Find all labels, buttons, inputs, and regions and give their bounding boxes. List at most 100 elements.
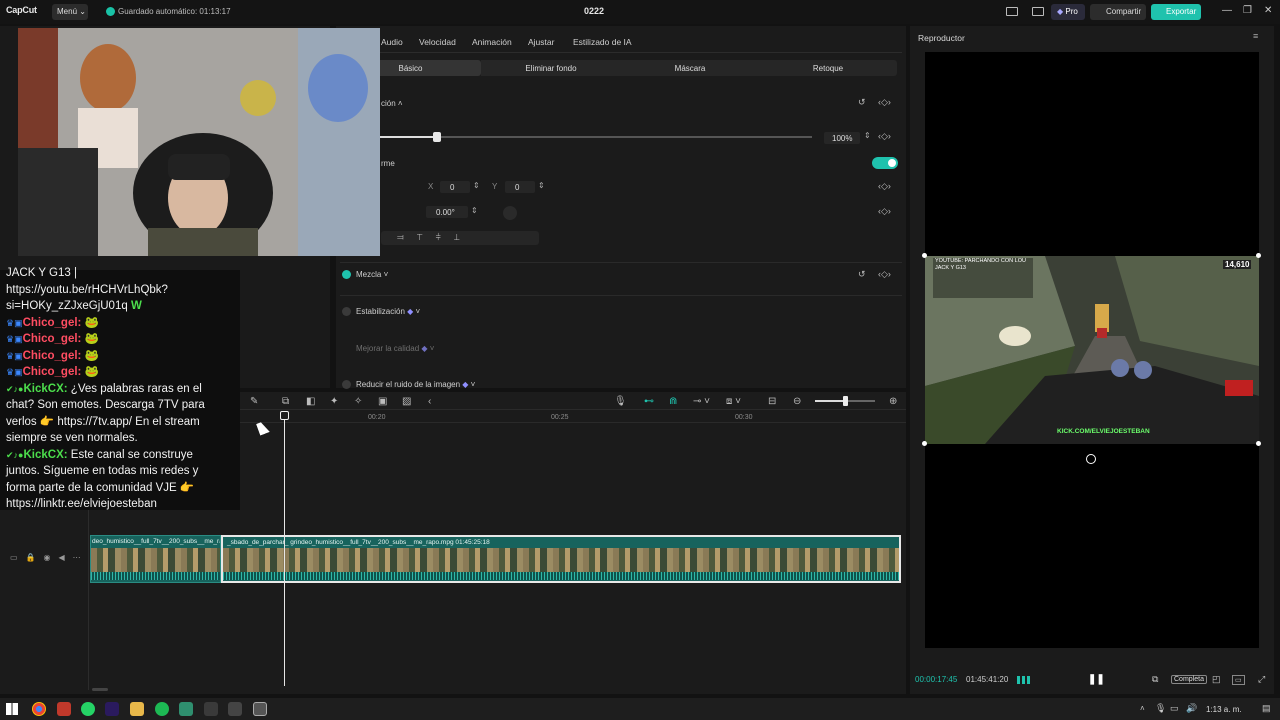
tray-chevron-icon[interactable]: ˄ <box>1140 704 1145 713</box>
zoom-slider-knob[interactable] <box>843 396 848 406</box>
transition-icon[interactable]: ⧉ <box>282 396 289 407</box>
reducir-checkbox[interactable] <box>342 380 351 389</box>
image-icon[interactable]: ▨ <box>402 396 411 407</box>
ratio-icon[interactable]: ▭ <box>1232 675 1245 685</box>
spotify-icon[interactable] <box>155 702 169 716</box>
mezcla-checkbox[interactable] <box>342 270 351 279</box>
eye-icon[interactable]: ◉ <box>44 553 59 562</box>
more-icon[interactable]: ‹ <box>428 396 431 407</box>
magnet-icon[interactable]: ⋒ <box>669 396 677 407</box>
scale-slider-knob[interactable] <box>433 132 441 142</box>
shortcuts-icon[interactable] <box>1032 7 1044 16</box>
microphone-icon[interactable]: 🎙 <box>614 396 627 407</box>
subtab-mascara[interactable]: Máscara <box>621 60 759 76</box>
preview-frame[interactable]: YOUTUBE: PARCHANDO CON LOU JACK Y G13 14… <box>925 256 1259 444</box>
tab-ajustar[interactable]: Ajustar <box>528 37 554 47</box>
scale-slider[interactable] <box>380 136 812 138</box>
scale-value-field[interactable]: 100% <box>824 132 860 144</box>
align-top-icon[interactable]: ⊤ <box>417 232 436 242</box>
section-mejorar[interactable]: Mejorar la calidad ◆ ˅ <box>356 344 434 353</box>
playhead-handle[interactable] <box>280 411 289 420</box>
pro-button[interactable]: ◆ Pro <box>1051 4 1085 20</box>
cover-icon[interactable]: ▭ <box>10 553 26 562</box>
keyframe-icon[interactable]: ‹◇› <box>878 269 891 280</box>
project-title[interactable]: 0222 <box>584 6 604 16</box>
x-field[interactable]: 0 <box>440 181 470 193</box>
more-icon[interactable]: ⋯ <box>73 553 89 562</box>
timeline-scrollbar[interactable] <box>92 688 108 691</box>
stepper-icon[interactable]: ⇕ <box>538 181 545 190</box>
tab-velocidad[interactable]: Velocidad <box>419 37 456 47</box>
freeze-icon[interactable]: ◧ <box>306 396 315 407</box>
resize-handle[interactable] <box>922 441 927 446</box>
app-icon[interactable] <box>57 702 71 716</box>
minimize-icon[interactable]: — <box>1222 5 1232 16</box>
align-toolbar[interactable]: ⫤⊤⫩⊥ <box>381 231 539 245</box>
timeline-grid-icon[interactable] <box>1017 676 1031 684</box>
link-clips-icon[interactable]: ⊷ <box>644 396 654 407</box>
layout-icon[interactable] <box>1006 7 1018 16</box>
tab-animacion[interactable]: Animación <box>472 37 512 47</box>
caption-icon[interactable]: ▣ <box>378 396 387 407</box>
hamburger-icon[interactable]: ≡ <box>1253 31 1258 41</box>
app-icon[interactable] <box>179 702 193 716</box>
resize-handle[interactable] <box>1256 441 1261 446</box>
close-icon[interactable]: ✕ <box>1264 5 1272 16</box>
magic-icon[interactable]: ✧ <box>354 396 362 407</box>
screenshot-icon[interactable]: ◰ <box>1212 674 1221 685</box>
preview-axis-icon[interactable]: ⧈ ˅ <box>726 396 741 407</box>
premiere-icon[interactable] <box>105 702 119 716</box>
resize-handle[interactable] <box>922 253 927 258</box>
keyframe-icon[interactable]: ‹◇› <box>878 97 891 108</box>
reset-icon[interactable]: ↺ <box>858 97 866 108</box>
subtab-retoque[interactable]: Retoque <box>759 60 897 76</box>
edit-icon[interactable]: ✎ <box>250 396 258 407</box>
rotation-dial[interactable] <box>503 206 517 220</box>
align-right-icon[interactable]: ⫤ <box>397 232 417 242</box>
section-position[interactable]: ción ˄ <box>381 99 403 108</box>
whatsapp-icon[interactable] <box>81 702 95 716</box>
app-icon[interactable] <box>204 702 218 716</box>
resize-handle[interactable] <box>1256 253 1261 258</box>
menu-button[interactable]: Menú ⌄ <box>52 4 88 20</box>
capcut-taskbar-icon[interactable] <box>253 702 267 716</box>
keyframe-icon[interactable]: ‹◇› <box>878 206 891 217</box>
auto-cut-icon[interactable]: ✦ <box>330 396 338 407</box>
subtab-eliminar-fondo[interactable]: Eliminar fondo <box>481 60 621 76</box>
clip-1[interactable]: deo_humistico__full_7tv__200_subs__me_ra… <box>90 535 221 583</box>
chrome-icon[interactable] <box>32 702 46 716</box>
export-button[interactable]: Exportar <box>1151 4 1201 20</box>
tab-audio[interactable]: Audio <box>381 37 403 47</box>
align-bottom-icon[interactable]: ⊥ <box>454 232 473 242</box>
section-mezcla[interactable]: Mezcla ˅ <box>356 270 388 279</box>
quality-select[interactable]: Completa <box>1171 675 1207 684</box>
mic-tray-icon[interactable]: 🎙 <box>1155 703 1166 714</box>
network-icon[interactable]: ▭ <box>1170 703 1179 714</box>
maximize-icon[interactable]: ❐ <box>1243 5 1252 16</box>
share-button[interactable]: Compartir <box>1090 4 1146 20</box>
clip-2[interactable]: _sbado_de_parchar_ grindeo_humistico__fu… <box>221 535 901 583</box>
section-reducir[interactable]: Reducir el ruido de la imagen ◆ ˅ <box>356 380 475 389</box>
lock-icon[interactable]: 🔒 <box>26 553 44 562</box>
folder-icon[interactable] <box>130 702 144 716</box>
y-field[interactable]: 0 <box>505 181 535 193</box>
caption-track-icon[interactable]: ⊟ <box>768 396 776 407</box>
pause-icon[interactable]: ❚❚ <box>1088 674 1105 685</box>
windows-start-icon[interactable] <box>6 703 18 715</box>
rotation-field[interactable]: 0.00° <box>426 206 468 218</box>
app-icon[interactable] <box>228 702 242 716</box>
keyframe-icon[interactable]: ‹◇› <box>878 181 891 192</box>
align-middle-icon[interactable]: ⫩ <box>436 232 454 242</box>
zoom-in-icon[interactable]: ⊕ <box>889 396 897 407</box>
notification-icon[interactable]: ▤ <box>1262 703 1271 714</box>
stepper-icon[interactable]: ⇕ <box>864 131 871 140</box>
stepper-icon[interactable]: ⇕ <box>471 206 478 215</box>
playhead[interactable] <box>284 412 285 686</box>
keyframe-icon[interactable]: ‹◇› <box>878 131 891 142</box>
reset-icon[interactable]: ↺ <box>858 269 866 280</box>
snap-icon[interactable]: ⊸ ˅ <box>693 396 710 407</box>
crop-icon[interactable]: ⧉ <box>1152 674 1158 685</box>
audio-icon[interactable]: ◀ <box>59 553 73 562</box>
volume-icon[interactable]: 🔊 <box>1186 703 1197 714</box>
stepper-icon[interactable]: ⇕ <box>473 181 480 190</box>
